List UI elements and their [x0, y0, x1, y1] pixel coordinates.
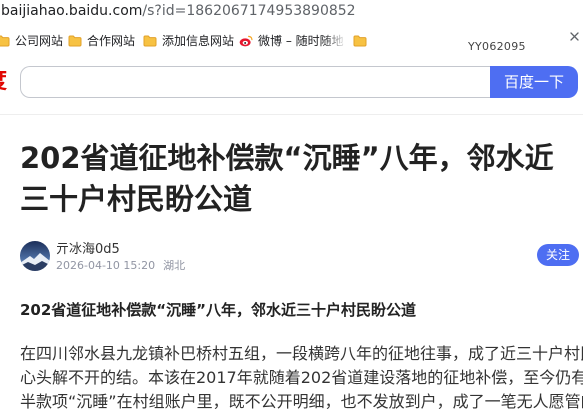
author-avatar[interactable] [20, 241, 50, 271]
follow-button[interactable]: 关注 [537, 244, 579, 266]
baidu-logo-text: 度 [0, 69, 7, 95]
folder-icon [0, 35, 10, 47]
article-title-line: 三十户村民盼公道 [20, 182, 253, 216]
body-line: 在四川邻水县九龙镇补巴桥村五组，一段横跨八年的征地往事，成了近三十户村民 [20, 344, 583, 363]
author-meta: 2026-04-10 15:20 湖北 [56, 259, 185, 273]
bookmark-label: 公司网站 [15, 34, 64, 48]
body-line: 心头解不开的结。本该在2017年就随着202省道建设落地的征地补偿，至今仍有大 [20, 368, 583, 387]
browser-window: baijiahao.baidu.com/s?id=186206717495389… [0, 0, 583, 413]
bookmark-weibo[interactable]: 微博 – 随时随地 [239, 33, 344, 49]
header-divider [0, 114, 583, 115]
article-title-line: 202省道征地补偿款“沉睡”八年，邻水近 [20, 141, 554, 175]
search-input[interactable] [20, 66, 491, 98]
weibo-icon [239, 35, 253, 47]
avatar-mountain-icon [20, 241, 50, 271]
publish-date: 2026-04-10 15:20 [56, 259, 156, 272]
search-button[interactable]: 百度一下 [490, 66, 578, 98]
author-name[interactable]: 亓冰海0d5 [56, 242, 120, 258]
baidu-logo[interactable]: 度 [0, 69, 7, 95]
body-line: 半款项“沉睡”在村组账户里，既不公开明细，也不发放到户，成了一笔无人愿管的 [20, 392, 583, 411]
bookmark-add-info-sites[interactable]: 添加信息网站 [143, 33, 234, 49]
url-domain: baijiahao.baidu.com [1, 3, 143, 19]
url-path: /s?id=1862067174953890852 [142, 3, 356, 19]
bookmark-label: 微博 – 随时随地 [258, 34, 344, 48]
close-icon[interactable] [570, 32, 579, 41]
folder-icon [353, 35, 367, 47]
bookmark-company-sites[interactable]: 公司网站 [0, 33, 63, 49]
bookmark-partner-sites[interactable]: 合作网站 [68, 33, 135, 49]
address-bar[interactable]: baijiahao.baidu.com/s?id=186206717495389… [1, 1, 356, 21]
bookmark-label: 合作网站 [87, 34, 136, 48]
bookmark-folder[interactable] [353, 33, 372, 49]
article-subheading: 202省道征地补偿款“沉睡”八年，邻水近三十户村民盼公道 [20, 301, 417, 319]
article-body: 在四川邻水县九龙镇补巴桥村五组，一段横跨八年的征地往事，成了近三十户村民 心头解… [20, 342, 583, 413]
folder-icon [68, 35, 82, 47]
folder-icon [143, 35, 157, 47]
bookmark-label: 添加信息网站 [162, 34, 235, 48]
overlay-code-text: YY062095 [468, 40, 526, 53]
article-title: 202省道征地补偿款“沉睡”八年，邻水近 三十户村民盼公道 [20, 138, 583, 220]
publish-location: 湖北 [163, 259, 186, 272]
